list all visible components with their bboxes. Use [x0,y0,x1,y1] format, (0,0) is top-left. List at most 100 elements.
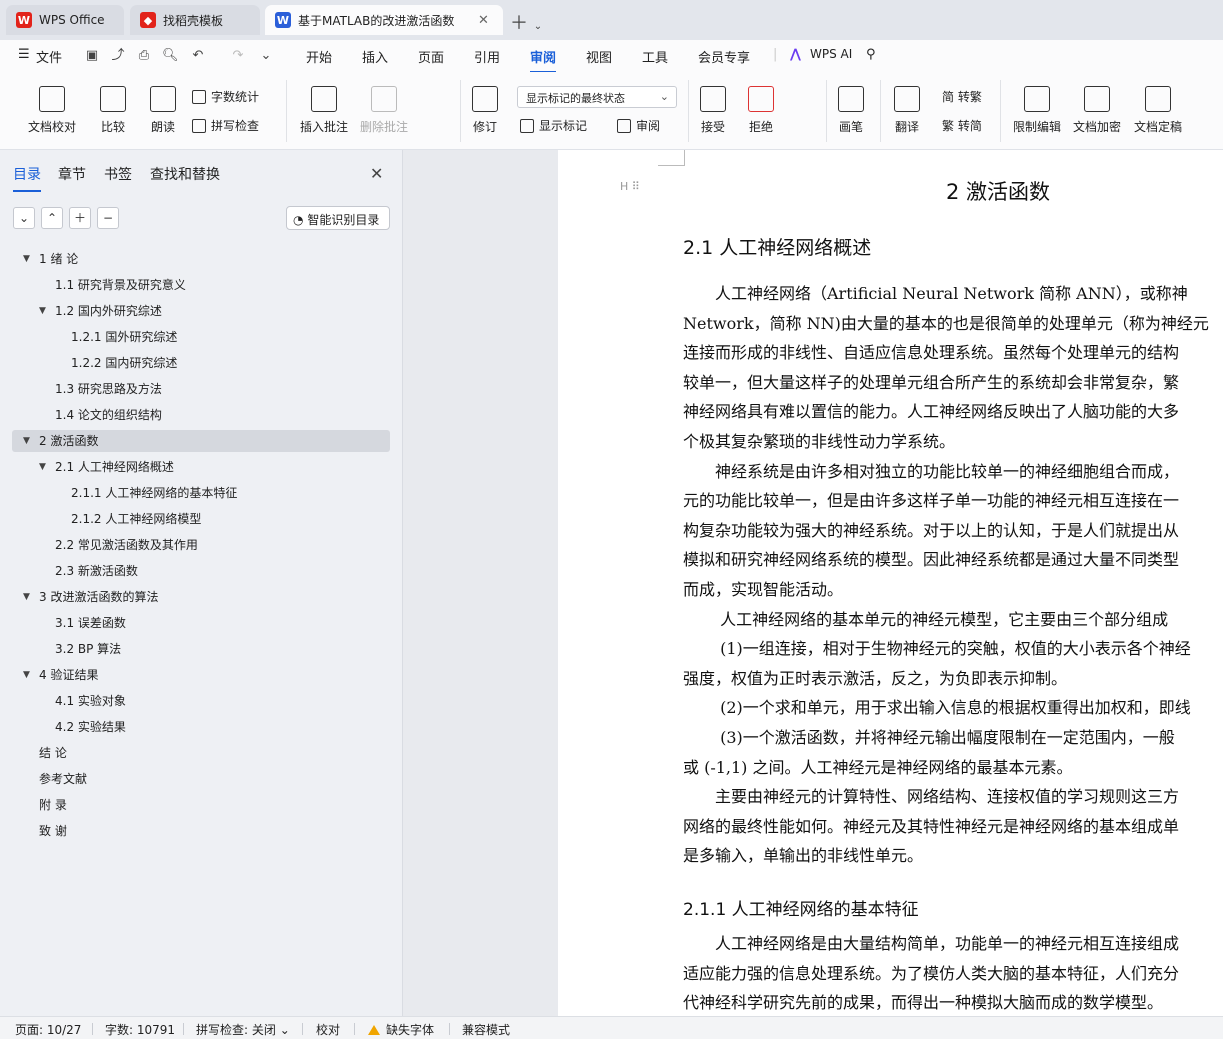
doc-check-button[interactable]: 文档校对 [28,86,76,135]
expand-up-icon[interactable]: ⌃ [41,207,63,229]
toc-item[interactable]: 结 论 [12,742,390,764]
close-icon[interactable]: ✕ [478,13,489,28]
toc-item[interactable]: 3.2 BP 算法 [12,638,390,660]
toc-item[interactable]: ▼ 2 激活函数 [12,430,390,452]
menu-member[interactable]: 会员专享 [698,47,750,66]
collapse-icon[interactable]: ⌄ [13,207,35,229]
read-aloud-button[interactable]: 朗读 [150,86,176,135]
translate-button[interactable]: 翻译 [894,86,920,135]
toc-item[interactable]: 2.1.2 人工神经网络模型 [12,508,390,530]
expand-arrow-icon[interactable]: ▼ [23,248,30,270]
toc-item[interactable]: 1.3 研究思路及方法 [12,378,390,400]
toc-item[interactable]: 2.1.1 人工神经网络的基本特征 [12,482,390,504]
proof-status[interactable]: 校对 [316,1021,340,1038]
toc-item[interactable]: 2.3 新激活函数 [12,560,390,582]
heading-handle-icon[interactable]: H ⠿ [620,180,640,193]
accept-button[interactable]: 接受 [700,86,726,135]
toc-item[interactable]: ▼ 4 验证结果 [12,664,390,686]
finalize-button[interactable]: 文档定稿 [1134,86,1182,135]
toc-item[interactable]: ▼ 1.2 国内外研究综述 [12,300,390,322]
tab-wps-office[interactable]: W WPS Office [6,5,124,35]
add-heading-icon[interactable]: ＋ [69,207,91,229]
toc-item[interactable]: 2.2 常见激活函数及其作用 [12,534,390,556]
menu-file[interactable]: 文件 [36,47,62,66]
expand-arrow-icon[interactable]: ▼ [39,300,46,322]
print-preview-icon[interactable]: 🔍︎ [162,48,179,64]
toc-item[interactable]: 4.1 实验对象 [12,690,390,712]
toc-item[interactable]: 1.4 论文的组织结构 [12,404,390,426]
toc-item[interactable]: 参考文献 [12,768,390,790]
redo-icon[interactable]: ↷ [230,48,246,64]
page-indicator[interactable]: 页面: 10/27 [15,1021,81,1038]
smart-toc-button[interactable]: ◔ 智能识别目录 [286,206,390,230]
restrict-edit-button[interactable]: 限制编辑 [1013,86,1061,135]
menu-review[interactable]: 审阅 [530,47,557,73]
wps-ai-icon: ⋀ [790,47,801,62]
compare-button[interactable]: 比较 [100,86,126,135]
toc-item[interactable]: ▼ 1 绪 论 [12,248,390,270]
expand-arrow-icon[interactable]: ▼ [39,456,46,478]
spell-check-status[interactable]: 拼写检查: 关闭 ⌄ [196,1021,290,1038]
tab-template[interactable]: ◆ 找稻壳模板 [130,5,260,35]
nav-tab-bookmark[interactable]: 书签 [104,164,132,184]
menu-tools[interactable]: 工具 [642,47,668,66]
docer-logo-icon: ◆ [140,12,156,28]
menu-reference[interactable]: 引用 [474,47,500,66]
spell-check-button[interactable]: 拼写检查 [192,117,259,134]
chapter-heading: 2 激活函数 [946,180,1051,204]
word-count-indicator[interactable]: 字数: 10791 [105,1021,175,1038]
expand-arrow-icon[interactable]: ▼ [23,586,30,608]
menu-page[interactable]: 页面 [418,47,444,66]
more-dropdown-icon[interactable]: ⌄ [258,48,274,64]
new-tab-icon[interactable]: ＋ ⌄ [510,9,542,35]
nav-tab-find-replace[interactable]: 查找和替换 [150,164,220,184]
text-line: 连接而形成的非线性、自适应信息处理系统。虽然每个处理单元的结构 [683,343,1180,362]
wps-logo-icon: W [16,12,32,28]
tab-document[interactable]: W 基于MATLAB的改进激活函数 ✕ [265,5,503,35]
encrypt-button[interactable]: 文档加密 [1073,86,1121,135]
compare-label: 比较 [100,120,125,134]
revise-button[interactable]: 修订 [472,86,498,135]
review-pane-button[interactable]: 审阅 [617,117,660,134]
pen-button[interactable]: 画笔 [838,86,864,135]
toc-item-label: 1.2.2 国内研究综述 [71,356,178,370]
toc-item[interactable]: ▼ 3 改进激活函数的算法 [12,586,390,608]
expand-arrow-icon[interactable]: ▼ [23,430,30,452]
close-icon[interactable]: ✕ [370,164,383,183]
insert-comment-button[interactable]: 插入批注 [300,86,348,135]
show-markup-button[interactable]: 显示标记 [520,117,587,134]
menu-insert[interactable]: 插入 [362,47,388,66]
toc-item[interactable]: ▼ 2.1 人工神经网络概述 [12,456,390,478]
toc-item[interactable]: 3.1 误差函数 [12,612,390,634]
word-count-button[interactable]: 字数统计 [192,88,259,105]
hamburger-icon[interactable]: ☰ [18,47,30,62]
toc-item[interactable]: 致 谢 [12,820,390,842]
toc-item[interactable]: 附 录 [12,794,390,816]
missing-font-status[interactable]: 缺失字体 [368,1021,434,1038]
markup-state-dropdown[interactable]: 显示标记的最终状态 ⌄ [517,86,677,108]
toc-item[interactable]: 1.2.1 国外研究综述 [12,326,390,348]
search-icon[interactable]: ⚲ [866,47,876,62]
to-simplified-button[interactable]: 繁 转简 [942,117,982,134]
menu-wps-ai[interactable]: WPS AI [810,47,852,61]
nav-tab-toc[interactable]: 目录 [13,164,41,192]
delete-comment-button[interactable]: 删除批注 [360,86,408,135]
toc-item[interactable]: 4.2 实验结果 [12,716,390,738]
page-gutter [403,150,558,1016]
export-icon[interactable]: ⤴ [110,48,126,64]
menu-view[interactable]: 视图 [586,47,612,66]
toc-item[interactable]: 1.1 研究背景及研究意义 [12,274,390,296]
undo-icon[interactable]: ↶ [190,48,206,64]
menu-start[interactable]: 开始 [306,47,332,66]
remove-heading-icon[interactable]: − [97,207,119,229]
text-line: 人工神经网络（Artificial Neural Network 简称 ANN）… [683,284,1188,303]
reject-button[interactable]: 拒绝 [748,86,774,135]
to-traditional-button[interactable]: 简 转繁 [942,88,982,105]
expand-arrow-icon[interactable]: ▼ [23,664,30,686]
text-line: (1)一组连接，相对于生物神经元的突触，权值的大小表示各个神经 [683,639,1191,658]
toc-item[interactable]: 1.2.2 国内研究综述 [12,352,390,374]
status-divider [449,1023,450,1035]
nav-tab-chapter[interactable]: 章节 [58,164,86,184]
save-icon[interactable]: ▣ [84,48,100,64]
print-icon[interactable]: ⎙ [136,48,152,64]
